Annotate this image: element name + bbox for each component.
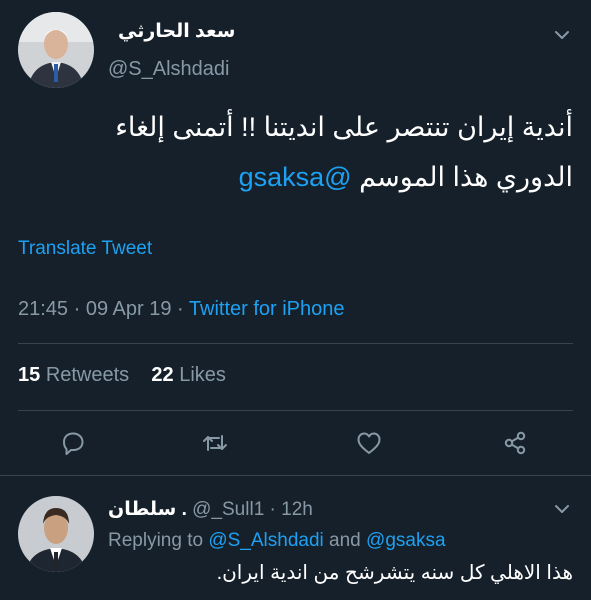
chevron-down-icon[interactable] [553,500,571,518]
tweet-text: أندية إيران تنتصر على انديتنا !! أتمنى إ… [18,102,573,202]
retweets-stat[interactable]: 15 Retweets [18,364,129,386]
reply-time[interactable]: 12h [281,499,313,520]
translate-tweet-link[interactable]: Translate Tweet [18,238,152,260]
replying-to: Replying to @S_Alshdadi and @gsaksa [108,530,446,552]
replying-prefix: Replying to [108,530,204,551]
meta-dot: · [177,298,189,320]
tweet-text-line-2: الدوري هذا الموسم @gsaksa [18,152,573,202]
display-name[interactable]: سعد الحارثي [118,20,235,43]
avatar-image [18,12,94,88]
tweet-text-line-2-text: الدوري هذا الموسم [351,162,573,192]
tweet-stats: 15 Retweets 22 Likes [18,364,226,387]
reply-text: هذا الاهلي كل سنه يتشرشح من اندية ايران. [216,562,573,584]
tweet-meta: 21:45 · 09 Apr 19 · Twitter for iPhone [18,298,345,321]
replying-user-link[interactable]: @gsaksa [366,530,446,551]
chevron-down-icon[interactable] [553,26,571,44]
avatar[interactable] [18,12,94,88]
divider [18,410,573,411]
meta-dot: · [269,499,282,520]
main-tweet: سعد الحارثي @S_Alshdadi أندية إيران تنتص… [0,0,591,475]
replying-user-link[interactable]: @S_Alshdadi [208,530,323,551]
tweet-separator [0,475,591,476]
reply-avatar[interactable] [18,496,94,572]
tweet-time: 21:45 [18,298,69,320]
reply-icon[interactable] [58,428,88,458]
reply-avatar-image [18,496,94,572]
user-handle[interactable]: @S_Alshdadi [108,58,229,81]
mention-link[interactable]: @gsaksa [239,162,352,192]
divider [18,343,573,344]
tweet-date: 09 Apr 19 [85,298,172,320]
retweet-icon[interactable] [200,428,230,458]
reply-handle[interactable]: @_Sull1 [192,499,264,520]
meta-dot: · [73,298,86,320]
reply-header: سلطان . @_Sull1 · 12h [108,498,313,521]
action-bar [0,420,591,470]
retweets-count: 15 [18,364,41,386]
tweet-text-line-1: أندية إيران تنتصر على انديتنا !! أتمنى إ… [115,112,573,142]
share-icon[interactable] [500,428,530,458]
tweet-source-link[interactable]: Twitter for iPhone [189,298,345,320]
replying-and: and [329,530,361,551]
retweets-label: Retweets [45,364,130,386]
likes-label: Likes [179,364,226,386]
reply-display-name[interactable]: سلطان . [108,499,187,520]
likes-stat[interactable]: 22 Likes [151,364,226,386]
heart-icon[interactable] [354,428,384,458]
likes-count: 22 [151,364,174,386]
